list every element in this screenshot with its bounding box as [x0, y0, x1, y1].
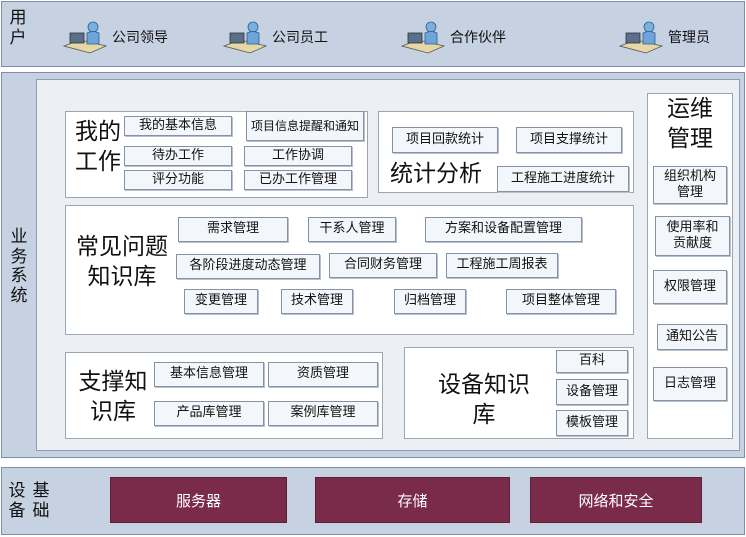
user-computer-icon: [400, 21, 446, 54]
business-band-label: 业务系统: [10, 227, 28, 306]
basic-info-mgmt-button[interactable]: 基本信息管理: [154, 362, 264, 387]
project-support-stats-button[interactable]: 项目支撑统计: [516, 127, 622, 153]
user-computer-icon: [222, 21, 268, 54]
construction-progress-stats-button[interactable]: 工程施工进度统计: [497, 166, 629, 192]
solution-config-mgmt-button[interactable]: 方案和设备配置管理: [425, 217, 582, 242]
server-block: 服务器: [110, 477, 287, 523]
support-kb-title: 支撑知 识库: [78, 369, 148, 425]
change-mgmt-button[interactable]: 变更管理: [184, 289, 258, 314]
user-computer-icon: [618, 21, 664, 54]
announcement-button[interactable]: 通知公告: [657, 324, 727, 350]
stakeholder-mgmt-button[interactable]: 干系人管理: [308, 217, 396, 242]
usage-contribution-button[interactable]: 使用率和贡献度: [655, 216, 730, 256]
product-lib-mgmt-button[interactable]: 产品库管理: [154, 401, 264, 426]
template-mgmt-button[interactable]: 模板管理: [556, 410, 628, 436]
scoring-button[interactable]: 评分功能: [124, 170, 232, 190]
project-payment-stats-button[interactable]: 项目回款统计: [392, 127, 498, 153]
project-overall-mgmt-button[interactable]: 项目整体管理: [506, 289, 616, 314]
construction-weekly-report-button[interactable]: 工程施工周报表: [446, 253, 558, 278]
my-work-title: 我的 工作: [75, 119, 121, 175]
users-band-label: 用 户: [9, 8, 27, 48]
user-company-staff[interactable]: 公司员工: [222, 20, 328, 54]
encyclopedia-button[interactable]: 百科: [556, 350, 628, 373]
stage-progress-mgmt-button[interactable]: 各阶段进度动态管理: [176, 254, 320, 279]
user-company-leader[interactable]: 公司领导: [62, 20, 168, 54]
equipment-kb-title: 设备知识 库: [438, 372, 530, 428]
contract-finance-mgmt-button[interactable]: 合同财务管理: [329, 253, 437, 278]
equipment-mgmt-button[interactable]: 设备管理: [556, 379, 628, 405]
archive-mgmt-button[interactable]: 归档管理: [394, 289, 466, 314]
qualification-mgmt-button[interactable]: 资质管理: [268, 362, 378, 387]
infra-band-label: 设备 基础: [8, 481, 50, 521]
my-basic-info-button[interactable]: 我的基本信息: [124, 116, 232, 136]
todo-work-button[interactable]: 待办工作: [124, 146, 232, 166]
requirements-mgmt-button[interactable]: 需求管理: [178, 217, 288, 242]
ops-title: 运维 管理: [667, 96, 713, 152]
log-mgmt-button[interactable]: 日志管理: [653, 367, 727, 401]
user-computer-icon: [62, 21, 108, 54]
project-reminder-button[interactable]: 项目信息提醒和通知: [246, 111, 364, 141]
stats-title: 统计分析: [390, 161, 482, 188]
work-coordination-button[interactable]: 工作协调: [244, 146, 352, 166]
done-work-button[interactable]: 已办工作管理: [244, 170, 352, 190]
user-admin[interactable]: 管理员: [618, 20, 710, 54]
storage-block: 存储: [315, 477, 510, 523]
user-partner[interactable]: 合作伙伴: [400, 20, 506, 54]
permission-mgmt-button[interactable]: 权限管理: [653, 270, 727, 304]
tech-mgmt-button[interactable]: 技术管理: [281, 289, 353, 314]
network-security-block: 网络和安全: [530, 477, 702, 523]
case-lib-mgmt-button[interactable]: 案例库管理: [268, 401, 378, 426]
org-structure-mgmt-button[interactable]: 组织机构管理: [653, 166, 727, 204]
faq-title: 常见问题 知识库: [76, 234, 168, 290]
